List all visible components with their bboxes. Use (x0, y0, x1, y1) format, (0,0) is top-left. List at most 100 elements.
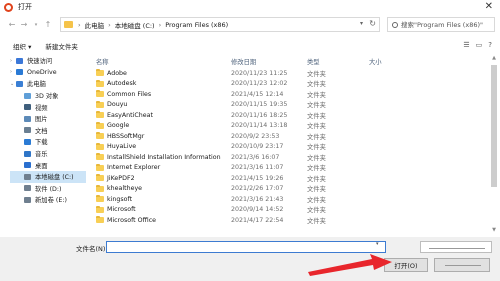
folder-icon (96, 121, 104, 129)
sidebar-item[interactable]: 软件 (D:) (10, 183, 86, 195)
breadcrumb-this-pc[interactable]: 此电脑 (85, 20, 105, 30)
new-folder-button[interactable]: 新建文件夹 (45, 41, 78, 51)
sidebar-item[interactable]: 桌面 (10, 159, 86, 171)
chevron-right-icon[interactable]: › (159, 21, 162, 29)
file-name-cell: JiKePDF2 (91, 174, 231, 182)
table-row[interactable]: Internet Explorer 2021/3/16 11:07 文件夹 (91, 163, 489, 174)
address-bar[interactable]: › 此电脑 › 本地磁盘 (C:) › Program Files (x86) … (60, 17, 380, 32)
file-type: 文件夹 (307, 175, 326, 183)
file-date: 2021/4/17 22:54 (231, 216, 284, 224)
file-name: Internet Explorer (107, 164, 161, 172)
file-type: 文件夹 (307, 102, 326, 110)
column-header-date[interactable]: 修改日期 (231, 57, 307, 66)
vertical-scrollbar[interactable]: ▲ ▼ (490, 55, 498, 235)
table-row[interactable]: Microsoft Office 2021/4/17 22:54 文件夹 (91, 215, 489, 226)
recent-locations-icon[interactable]: ▾ (30, 22, 42, 28)
cancel-placeholder-line (445, 265, 481, 266)
star-icon (16, 57, 23, 64)
table-row[interactable]: khealtheye 2021/2/26 17:07 文件夹 (91, 184, 489, 195)
scroll-up-icon[interactable]: ▲ (490, 55, 498, 63)
sidebar-item[interactable]: 3D 对象 (10, 90, 86, 102)
scrollbar-thumb[interactable] (491, 65, 497, 187)
table-row[interactable]: Douyu 2020/11/15 19:35 文件夹 (91, 100, 489, 111)
table-row[interactable]: Google 2020/11/14 13:18 文件夹 (91, 121, 489, 132)
file-name-cell: InstallShield Installation Information (91, 153, 231, 161)
file-rows: Adobe 2020/11/23 11:25 文件夹 Autodesk 2020/11/… (91, 68, 489, 226)
file-name: HBSSoftMgr (107, 132, 145, 140)
file-type: 文件夹 (307, 112, 326, 120)
desktop-icon (24, 162, 31, 169)
search-input[interactable] (401, 20, 491, 29)
close-icon[interactable]: ✕ (485, 1, 493, 12)
chevron-down-icon[interactable]: ▾ (376, 241, 379, 247)
sidebar-item[interactable]: 音乐 (10, 148, 86, 160)
preview-pane-icon[interactable]: ▭ (476, 41, 483, 49)
search-box[interactable] (387, 17, 495, 32)
organize-button[interactable]: 组织 ▾ (13, 41, 31, 51)
column-header-name[interactable]: 名称 (91, 57, 231, 66)
filename-label: 文件名(N): (76, 245, 108, 253)
title-bar: 打开 ✕ (0, 0, 500, 14)
file-type: 文件夹 (307, 70, 326, 78)
sidebar-item-label: 此电脑 (27, 81, 46, 89)
table-row[interactable]: Common Files 2021/4/15 12:14 文件夹 (91, 89, 489, 100)
table-row[interactable]: Autodesk 2020/11/23 12:02 文件夹 (91, 79, 489, 90)
file-name-cell: Adobe (91, 69, 231, 77)
toolbar: 组织 ▾ 新建文件夹 ☰ ▭ ? (0, 37, 500, 55)
file-name: Douyu (107, 101, 128, 109)
back-arrow-icon[interactable]: ← (6, 20, 18, 29)
breadcrumb-program-files[interactable]: Program Files (x86) (165, 21, 228, 29)
table-row[interactable]: kingsoft 2021/3/16 21:43 文件夹 (91, 194, 489, 205)
forward-arrow-icon[interactable]: → (18, 20, 30, 29)
chevron-right-icon[interactable]: › (78, 21, 81, 29)
sidebar-item[interactable]: 图片 (10, 113, 86, 125)
table-row[interactable]: HuyaLive 2020/10/9 23:17 文件夹 (91, 142, 489, 153)
file-date: 2021/3/16 11:07 (231, 164, 284, 172)
column-header-type[interactable]: 类型 (307, 57, 369, 66)
up-arrow-icon[interactable]: ↑ (42, 20, 54, 29)
view-options-icon[interactable]: ☰ (463, 41, 469, 49)
file-name: EasyAntiCheat (107, 111, 153, 119)
file-name-cell: HuyaLive (91, 142, 231, 150)
sidebar-item-label: OneDrive (27, 68, 57, 76)
drive-icon (24, 185, 31, 192)
folder-icon (96, 111, 104, 119)
table-row[interactable]: JiKePDF2 2021/4/15 19:26 文件夹 (91, 173, 489, 184)
file-type-filter[interactable] (420, 241, 492, 253)
table-row[interactable]: EasyAntiCheat 2020/11/16 18:25 文件夹 (91, 110, 489, 121)
sidebar-item[interactable]: › 快速访问 (10, 55, 86, 67)
sidebar-item-label: 视频 (35, 104, 48, 112)
sidebar-item[interactable]: › OneDrive (10, 67, 86, 79)
sidebar-item[interactable]: 下载 (10, 136, 86, 148)
sidebar-item[interactable]: 本地磁盘 (C:) (10, 170, 86, 183)
help-icon[interactable]: ? (488, 41, 492, 49)
table-row[interactable]: InstallShield Installation Information 20… (91, 152, 489, 163)
file-date: 2020/10/9 23:17 (231, 143, 284, 151)
scroll-down-icon[interactable]: ▼ (490, 227, 498, 235)
video-icon (24, 104, 31, 111)
file-date: 2020/11/16 18:25 (231, 111, 288, 119)
column-header-size[interactable]: 大小 (369, 57, 429, 66)
cancel-button[interactable] (434, 258, 490, 272)
open-button[interactable]: 打开(O) (384, 258, 428, 272)
folder-icon (96, 90, 104, 98)
file-date: 2020/11/14 13:18 (231, 122, 288, 130)
refresh-icon[interactable]: ↻ (369, 19, 376, 28)
breadcrumb-local-disk[interactable]: 本地磁盘 (C:) (115, 20, 155, 30)
chevron-right-icon[interactable]: › (108, 21, 111, 29)
file-type: 文件夹 (307, 154, 326, 162)
filename-input[interactable] (106, 241, 386, 253)
chevron-down-icon[interactable]: ▾ (360, 20, 363, 27)
sidebar-item[interactable]: 视频 (10, 101, 86, 113)
table-row[interactable]: HBSSoftMgr 2020/9/2 23:53 文件夹 (91, 131, 489, 142)
file-date: 2020/9/2 23:53 (231, 132, 280, 140)
sidebar-item[interactable]: ⌄ 此电脑 (10, 78, 86, 90)
sidebar-item[interactable]: 新加卷 (E:) (10, 194, 86, 206)
music-icon (24, 150, 31, 157)
table-row[interactable]: Adobe 2020/11/23 11:25 文件夹 (91, 68, 489, 79)
file-type: 文件夹 (307, 165, 326, 173)
sidebar-item[interactable]: 文档 (10, 125, 86, 137)
table-row[interactable]: Microsoft 2020/9/14 14:52 文件夹 (91, 205, 489, 216)
file-name: Adobe (107, 69, 127, 77)
dialog-footer: 文件名(N): ▾ 打开(O) (0, 237, 500, 281)
